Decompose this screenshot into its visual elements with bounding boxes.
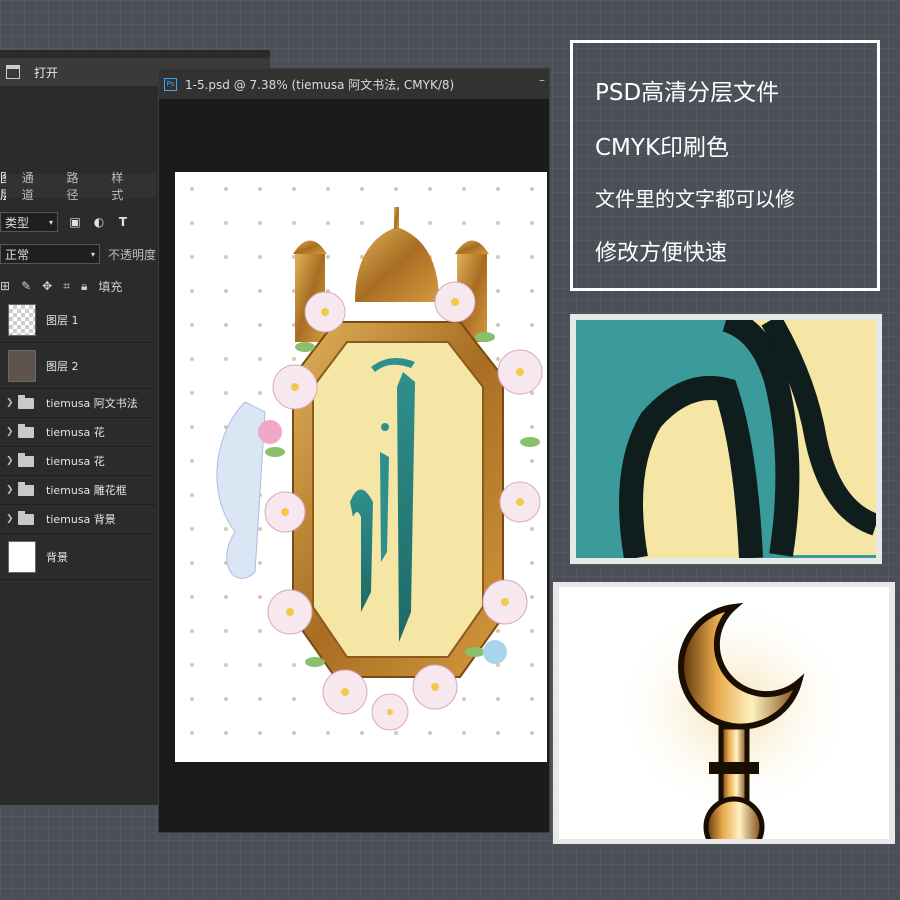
folder-icon	[18, 510, 34, 525]
chevron-right-icon[interactable]: ❯	[6, 427, 14, 437]
ps-file-icon: Ps	[164, 77, 177, 91]
filter-row: 类型 ▾ ▣ ◐ T	[0, 210, 156, 234]
layer-thumbnail	[8, 349, 36, 382]
layer-name: tiemusa 雕花框	[46, 484, 127, 497]
chevron-right-icon[interactable]: ❯	[6, 456, 14, 466]
move-icon[interactable]: ✥	[42, 279, 52, 293]
panel-tabs: 图层 通道 路径 样式	[0, 171, 156, 202]
feature-cmyk: CMYK印刷色	[595, 135, 730, 161]
layer-row[interactable]: 图层 2	[0, 343, 156, 389]
layer-name: tiemusa 背景	[46, 513, 116, 526]
layer-group-row[interactable]: ❯ tiemusa 背景	[0, 505, 156, 534]
layer-name: tiemusa 花	[46, 455, 105, 468]
feature-psd-layers: PSD高清分层文件	[595, 80, 780, 106]
artboard-icon[interactable]: ⌗	[63, 279, 70, 294]
folder-icon	[18, 452, 34, 467]
chevron-down-icon: ▾	[48, 217, 53, 227]
layer-row[interactable]: 图层 1	[0, 297, 156, 343]
chevron-right-icon[interactable]: ❯	[6, 514, 14, 524]
feature-info-box: PSD高清分层文件 CMYK印刷色 文件里的文字都可以修 修改方便快速	[570, 40, 880, 291]
layer-thumbnail	[8, 540, 36, 573]
blend-mode-select[interactable]: 正常 ▾	[0, 244, 100, 264]
folder-icon	[18, 481, 34, 496]
chevron-down-icon: ▾	[90, 249, 95, 259]
folder-icon	[18, 394, 34, 409]
layer-thumbnail	[8, 303, 36, 336]
artwork-canvas	[175, 172, 547, 762]
layer-group-row[interactable]: ❯ tiemusa 花	[0, 418, 156, 447]
open-label: 打开	[34, 65, 59, 80]
calligraphy-zoom-artwork	[576, 320, 876, 558]
brush-icon[interactable]: ✎	[21, 279, 31, 293]
tab-channels[interactable]: 通道	[22, 169, 45, 203]
layer-group-row[interactable]: ❯ tiemusa 花	[0, 447, 156, 476]
chevron-right-icon[interactable]: ❯	[6, 485, 14, 495]
layer-group-row[interactable]: ❯ tiemusa 阿文书法	[0, 389, 156, 418]
calligraphy-detail-image	[576, 320, 876, 558]
opacity-label: 不透明度	[107, 247, 156, 262]
tab-paths[interactable]: 路径	[66, 169, 89, 203]
type-filter-icon[interactable]: T	[116, 215, 130, 229]
tab-styles[interactable]: 样式	[111, 169, 134, 203]
lock-icon[interactable]: 🔒︎	[81, 279, 87, 294]
folder-icon	[18, 423, 34, 438]
filter-select[interactable]: 类型 ▾	[0, 212, 58, 232]
layer-name: 图层 1	[46, 313, 79, 327]
feature-easy-edit: 修改方便快速	[595, 241, 728, 266]
document-title: 1-5.psd @ 7.38% (tiemusa 阿文书法, CMYK/8)	[185, 77, 455, 92]
layer-name: tiemusa 花	[46, 426, 105, 439]
crescent-detail	[553, 582, 895, 844]
layer-name: tiemusa 阿文书法	[46, 397, 138, 410]
layer-group-row[interactable]: ❯ tiemusa 雕花框	[0, 476, 156, 505]
layer-name: 图层 2	[46, 359, 79, 373]
fill-label: 填充	[98, 279, 123, 294]
image-filter-icon[interactable]: ▣	[68, 215, 82, 229]
tab-layers[interactable]: 图层	[0, 169, 6, 203]
feature-editable-text: 文件里的文字都可以修	[595, 187, 795, 211]
document-window: Ps 1-5.psd @ 7.38% (tiemusa 阿文书法, CMYK/8…	[158, 68, 550, 833]
filter-select-value: 类型	[5, 215, 30, 230]
layer-row[interactable]: 背景	[0, 534, 156, 580]
layer-name: 背景	[46, 550, 68, 564]
minimize-icon[interactable]: –	[539, 73, 545, 87]
file-icon	[6, 65, 20, 79]
adjustment-filter-icon[interactable]: ◐	[92, 215, 106, 229]
lock-row: ⊞ ✎ ✥ ⌗ 🔒︎ 填充	[0, 275, 156, 297]
document-tab[interactable]: Ps 1-5.psd @ 7.38% (tiemusa 阿文书法, CMYK/8…	[159, 69, 549, 99]
calligraphy-detail	[570, 314, 882, 564]
chevron-right-icon[interactable]: ❯	[6, 398, 14, 408]
islamic-frame-artwork	[175, 172, 547, 762]
layer-list: 图层 1 图层 2 ❯ tiemusa 阿文书法 ❯ tiemusa 花 ❯ t…	[0, 297, 156, 580]
crescent-detail-image	[559, 587, 889, 839]
lock-transparent-icon[interactable]: ⊞	[0, 279, 10, 293]
crescent-zoom-artwork	[614, 597, 854, 839]
blend-mode-value: 正常	[5, 247, 30, 262]
blend-row: 正常 ▾ 不透明度	[0, 243, 156, 265]
